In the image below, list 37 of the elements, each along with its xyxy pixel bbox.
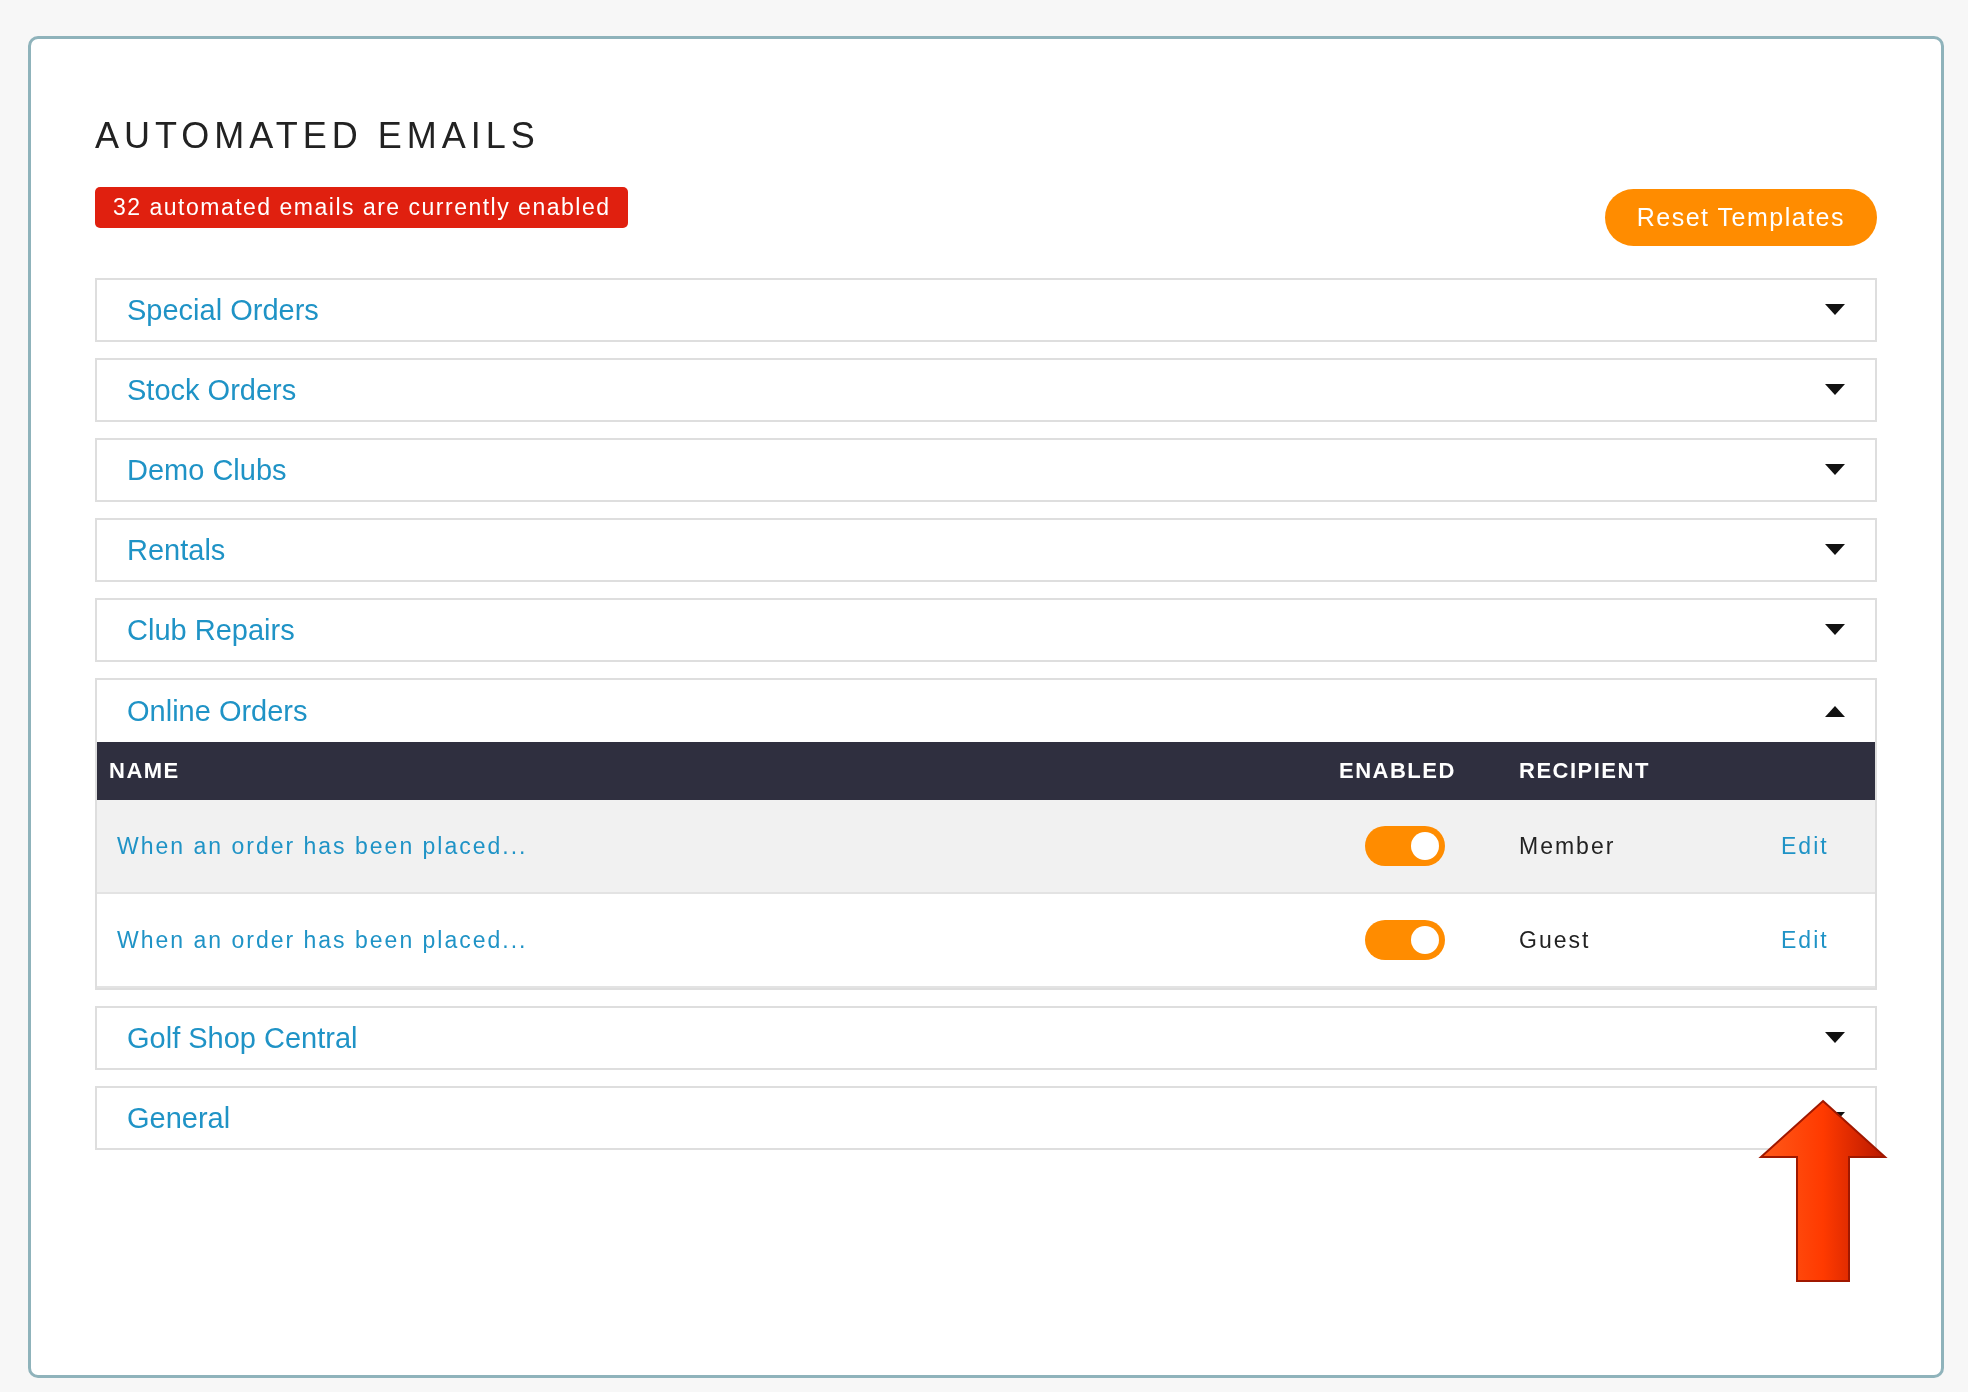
section-title: General — [127, 1101, 231, 1135]
caret-icon — [1825, 464, 1845, 476]
section-title: Golf Shop Central — [127, 1021, 358, 1055]
section-title: Stock Orders — [127, 373, 297, 407]
caret-icon — [1825, 705, 1845, 717]
caret-icon — [1825, 544, 1845, 556]
column-header: RECIPIENT — [1518, 758, 1651, 784]
caret-icon — [1825, 1032, 1845, 1044]
table-row[interactable]: When an order has been placed... Member Edit — [97, 800, 1875, 894]
accordion-header[interactable]: Rentals — [97, 520, 1875, 580]
recipient-cell-text: Member — [1518, 832, 1616, 860]
email-name-link[interactable]: When an order has been placed... — [97, 926, 528, 954]
column-header: ENABLED — [1338, 758, 1457, 784]
section-title: Rentals — [127, 533, 226, 567]
section-title: Demo Clubs — [127, 453, 287, 487]
column-header: NAME — [108, 758, 181, 784]
page-title: AUTOMATED EMAILS — [95, 115, 541, 157]
reset-templates-button[interactable]: Reset Templates — [1604, 189, 1877, 246]
accordion-header[interactable]: Online Orders — [97, 680, 1875, 742]
caret-icon — [1825, 384, 1845, 396]
section-title: Online Orders — [127, 694, 308, 728]
accordion-header[interactable]: Demo Clubs — [97, 440, 1875, 500]
email-name-link[interactable]: When an order has been placed... — [97, 832, 528, 860]
caret-icon — [1825, 624, 1845, 636]
status-badge: 32 automated emails are currently enabled — [95, 187, 629, 228]
edit-link[interactable]: Edit — [1767, 926, 1829, 954]
accordion-header[interactable]: Golf Shop Central — [97, 1008, 1875, 1068]
enabled-toggle[interactable] — [1365, 826, 1445, 866]
accordion-header[interactable]: Club Repairs — [97, 600, 1875, 660]
caret-icon — [1825, 304, 1845, 316]
section-title: Special Orders — [127, 293, 319, 327]
section-title: Club Repairs — [127, 613, 295, 647]
edit-link[interactable]: Edit — [1767, 832, 1829, 860]
accordion-header[interactable]: Special Orders — [97, 280, 1875, 340]
recipient-cell-text: Guest — [1518, 926, 1591, 954]
enabled-toggle[interactable] — [1365, 920, 1445, 960]
accordion-header[interactable]: Stock Orders — [97, 360, 1875, 420]
